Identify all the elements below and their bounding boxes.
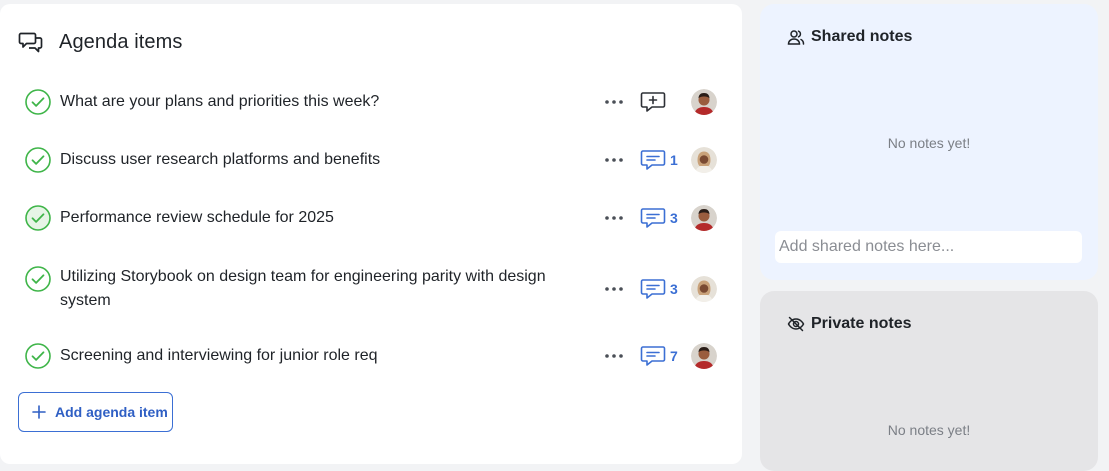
agenda-header: Agenda items [18, 26, 183, 58]
comment-icon [640, 279, 666, 299]
avatar[interactable] [691, 343, 717, 369]
agenda-item-text: Discuss user research platforms and bene… [60, 151, 381, 168]
agenda-title: Agenda items [59, 30, 183, 53]
eye-off-icon [787, 315, 805, 333]
avatar[interactable] [691, 89, 717, 115]
comments-button[interactable]: 3 [640, 277, 678, 301]
shared-notes-title: Shared notes [811, 28, 913, 45]
comments-button[interactable]: 1 [640, 148, 678, 172]
shared-notes-card: Shared notes No notes yet! [760, 4, 1098, 280]
shared-notes-input[interactable] [775, 231, 1082, 263]
check-circle-icon[interactable] [24, 265, 52, 293]
private-notes-header: Private notes [787, 315, 911, 333]
agenda-item-text: Utilizing Storybook on design team for e… [60, 268, 546, 309]
more-options-icon[interactable] [604, 208, 624, 228]
shared-notes-empty: No notes yet! [887, 135, 971, 151]
comment-count: 1 [670, 152, 678, 168]
avatar[interactable] [691, 276, 717, 302]
shared-notes-header: Shared notes [787, 28, 912, 46]
private-notes-title: Private notes [811, 315, 912, 332]
agenda-item[interactable]: Screening and interviewing for junior ro… [24, 340, 724, 372]
people-icon [787, 28, 805, 46]
comments-button[interactable]: 7 [640, 344, 678, 368]
avatar[interactable] [691, 205, 717, 231]
comment-icon [640, 150, 666, 170]
agenda-item-text: Screening and interviewing for junior ro… [60, 347, 378, 364]
chat-bubbles-icon [18, 29, 44, 55]
comment-icon [640, 208, 666, 228]
more-options-icon[interactable] [604, 92, 624, 112]
comment-count: 3 [670, 281, 678, 297]
agenda-item[interactable]: Discuss user research platforms and bene… [24, 144, 724, 176]
add-agenda-item-button[interactable]: Add agenda item [18, 392, 173, 432]
comment-icon [640, 346, 666, 366]
avatar[interactable] [691, 147, 717, 173]
more-options-icon[interactable] [604, 150, 624, 170]
agenda-item-text: Performance review schedule for 2025 [60, 209, 334, 226]
check-circle-icon[interactable] [24, 342, 52, 370]
more-options-icon[interactable] [604, 346, 624, 366]
agenda-item-text: What are your plans and priorities this … [60, 93, 380, 110]
add-agenda-item-label: Add agenda item [55, 404, 168, 420]
comment-count: 3 [670, 210, 678, 226]
comments-button[interactable]: 3 [640, 206, 678, 230]
check-circle-icon[interactable] [24, 204, 52, 232]
check-circle-icon[interactable] [24, 146, 52, 174]
check-circle-icon[interactable] [24, 88, 52, 116]
add-comment-button[interactable] [640, 90, 666, 114]
agenda-item[interactable]: What are your plans and priorities this … [24, 86, 724, 118]
agenda-item[interactable]: Utilizing Storybook on design team for e… [24, 265, 724, 313]
agenda-item[interactable]: Performance review schedule for 2025 3 [24, 202, 724, 234]
agenda-panel: Agenda items What are your plans and pri… [0, 4, 742, 464]
private-notes-card: Private notes No notes yet! [760, 291, 1098, 471]
comment-count: 7 [670, 348, 678, 364]
private-notes-empty: No notes yet! [887, 422, 971, 438]
plus-icon [31, 404, 47, 420]
more-options-icon[interactable] [604, 279, 624, 299]
